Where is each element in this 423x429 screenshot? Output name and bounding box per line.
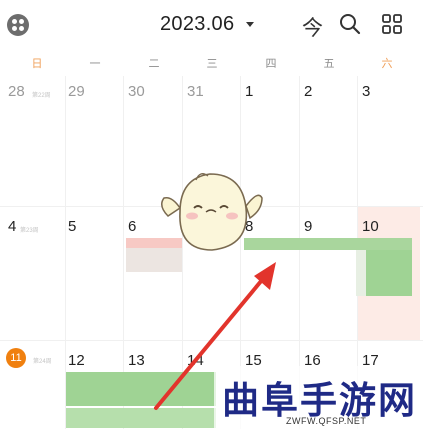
- day-cell[interactable]: 9: [304, 218, 312, 235]
- day-cell[interactable]: 28: [8, 83, 25, 100]
- day-cell[interactable]: 10: [362, 218, 379, 235]
- weekday-tue: 二: [148, 58, 160, 70]
- day-cell[interactable]: 13: [128, 352, 145, 369]
- weekday-fri: 五: [323, 58, 335, 70]
- day-cell[interactable]: 6: [128, 218, 136, 235]
- event-block[interactable]: [66, 372, 216, 406]
- month-title[interactable]: 2023.06: [160, 13, 234, 36]
- calendar-header: 2023.06 今: [0, 0, 423, 50]
- weekday-thu: 四: [265, 58, 277, 70]
- event-block[interactable]: [356, 250, 366, 296]
- day-cell[interactable]: 3: [362, 83, 370, 100]
- day-cell[interactable]: 2: [304, 83, 312, 100]
- mascot-sticker: [161, 173, 263, 251]
- day-cell[interactable]: 31: [187, 83, 204, 100]
- view-grid-icon[interactable]: [381, 13, 403, 35]
- event-block[interactable]: [66, 408, 216, 428]
- today-badge[interactable]: 11: [6, 348, 26, 368]
- weekday-wed: 三: [206, 58, 218, 70]
- day-cell[interactable]: 5: [68, 218, 76, 235]
- search-icon[interactable]: [338, 12, 362, 36]
- week-number: 第23周: [20, 228, 39, 234]
- today-button[interactable]: 今: [302, 12, 323, 42]
- day-cell[interactable]: 1: [245, 83, 253, 100]
- day-cell[interactable]: 29: [68, 83, 85, 100]
- day-cell[interactable]: 14: [187, 352, 204, 369]
- day-cell[interactable]: 30: [128, 83, 145, 100]
- chevron-down-icon[interactable]: [246, 22, 254, 27]
- day-cell[interactable]: 4: [8, 218, 16, 235]
- week-number: 第22周: [32, 93, 51, 99]
- weekday-sun: 日: [31, 58, 43, 70]
- event-block[interactable]: [366, 250, 412, 296]
- weekday-sat: 六: [381, 58, 393, 70]
- weekday-mon: 一: [89, 58, 101, 70]
- watermark-url: ZWFW.QFSP.NET: [286, 416, 367, 426]
- week-number: 第24周: [33, 359, 52, 365]
- grid-dots-icon[interactable]: [7, 14, 29, 36]
- weekday-header: 日 一 二 三 四 五 六: [0, 55, 423, 73]
- day-cell[interactable]: 12: [68, 352, 85, 369]
- event-block[interactable]: [244, 238, 412, 250]
- grid-divider: [0, 340, 423, 341]
